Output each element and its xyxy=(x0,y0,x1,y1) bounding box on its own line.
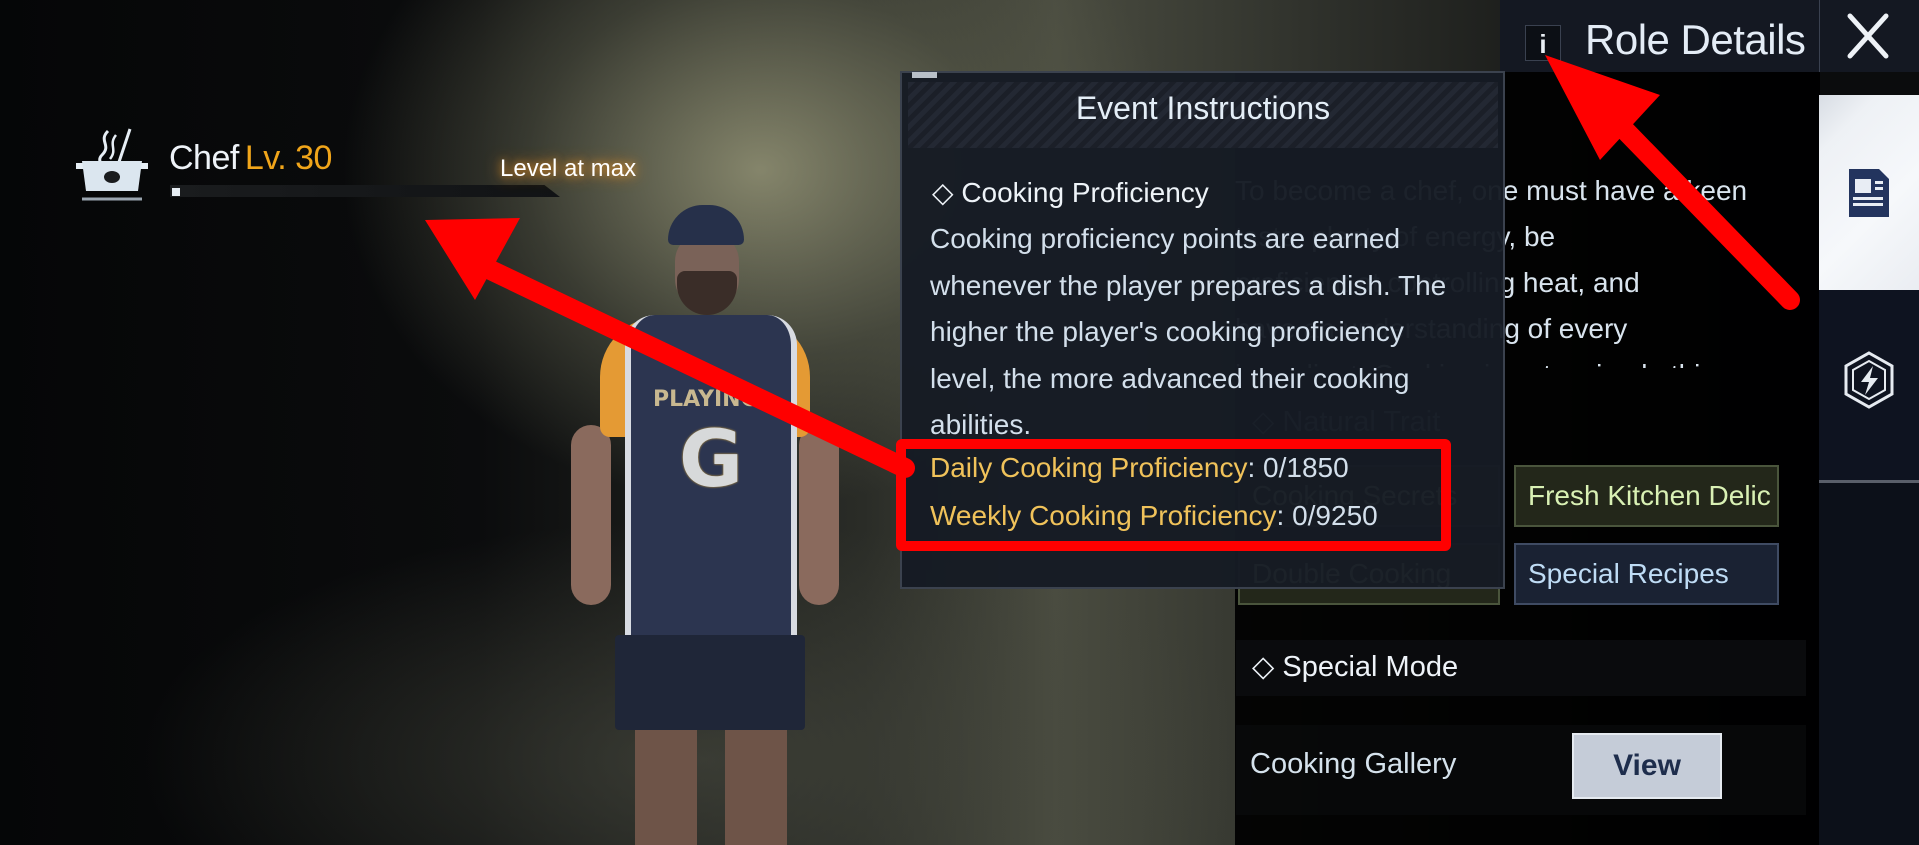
character-model: PLAYING G xyxy=(565,205,839,845)
role-name: Chef Lv. 30 xyxy=(169,139,332,178)
trait-fresh-kitchen[interactable]: Fresh Kitchen Delic xyxy=(1514,465,1779,527)
jersey-text: PLAYING xyxy=(653,387,759,412)
character-shorts xyxy=(615,635,805,730)
view-button[interactable]: View xyxy=(1572,733,1722,799)
cooking-pot-icon xyxy=(76,128,148,201)
popup-body-line: level, the more advanced their cooking xyxy=(930,362,1410,394)
document-icon xyxy=(1849,169,1889,217)
info-icon[interactable]: i xyxy=(1525,25,1561,61)
character-arm-left xyxy=(571,425,611,605)
level-status: Level at max xyxy=(500,155,637,182)
popup-body-line: higher the player's cooking proficiency xyxy=(930,316,1404,347)
side-tab-details[interactable] xyxy=(1819,95,1919,290)
character-cap xyxy=(668,205,744,245)
character-leg-left xyxy=(635,730,697,845)
character-beard xyxy=(677,271,737,315)
side-tab-skills[interactable] xyxy=(1819,290,1919,483)
role-level: Lv. 30 xyxy=(244,139,333,177)
popup-body-line: Cooking proficiency points are earned xyxy=(930,223,1401,254)
panel-title: Role Details xyxy=(1585,16,1806,63)
trait-special-recipes[interactable]: Special Recipes xyxy=(1514,543,1779,605)
special-mode-title: ◇ Special Mode xyxy=(1252,651,1459,683)
level-progress-bar xyxy=(170,185,560,197)
side-tabs xyxy=(1819,95,1919,845)
special-mode-label: Special Mode xyxy=(1282,651,1459,683)
popup-grip xyxy=(912,72,937,78)
character-leg-right xyxy=(725,730,787,845)
jersey-logo: G xyxy=(679,415,744,505)
role-title: Chef xyxy=(169,139,239,177)
level-progress-fill xyxy=(172,188,180,196)
popup-body: Cooking proficiency points are earned wh… xyxy=(930,216,1485,449)
cooking-gallery-label: Cooking Gallery xyxy=(1250,748,1457,780)
character-jersey: PLAYING G xyxy=(625,315,797,645)
close-icon[interactable] xyxy=(1838,10,1898,62)
popup-subtitle-label: Cooking Proficiency xyxy=(961,177,1209,208)
popup-body-line: whenever the player prepares a dish. The xyxy=(930,269,1447,301)
popup-subtitle: ◇ Cooking Proficiency xyxy=(932,177,1209,208)
annotation-highlight-box xyxy=(896,439,1451,551)
popup-title: Event Instructions xyxy=(1075,90,1331,126)
topbar-divider xyxy=(1819,0,1820,72)
character-arm-right xyxy=(799,425,839,605)
lightning-hexagon-icon xyxy=(1844,351,1894,409)
